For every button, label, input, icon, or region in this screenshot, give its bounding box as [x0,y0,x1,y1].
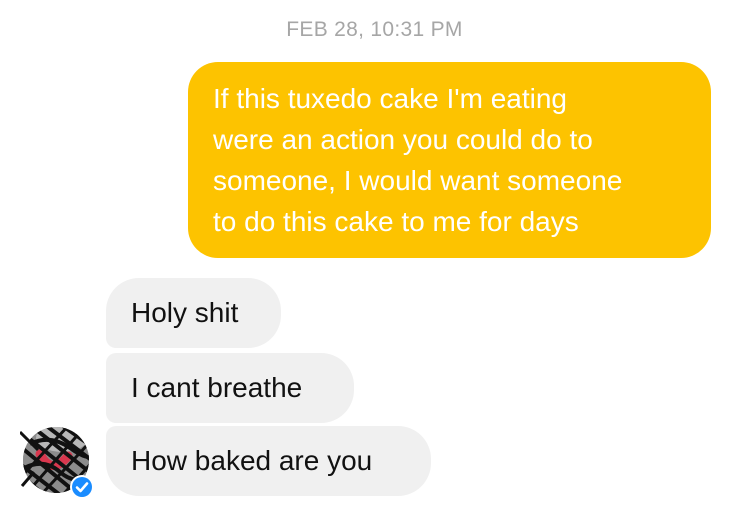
message-line: were an action you could do to [213,124,593,155]
outgoing-message-bubble[interactable]: If this tuxedo cake I'm eating were an a… [188,62,711,258]
sender-avatar[interactable] [18,424,94,499]
verified-check-icon [70,475,94,499]
message-text: Holy shit [131,297,239,328]
message-line: If this tuxedo cake I'm eating [213,83,567,114]
message-timestamp: FEB 28, 10:31 PM [286,18,463,41]
incoming-message-bubble[interactable]: Holy shit [106,278,281,348]
message-line: to do this cake to me for days [213,206,579,237]
message-text: How baked are you [131,445,373,476]
incoming-message-bubble[interactable]: I cant breathe [106,353,354,423]
message-line: someone, I would want someone [213,165,623,196]
message-text: I cant breathe [131,372,303,403]
incoming-message-bubble[interactable]: How baked are you [106,426,431,496]
